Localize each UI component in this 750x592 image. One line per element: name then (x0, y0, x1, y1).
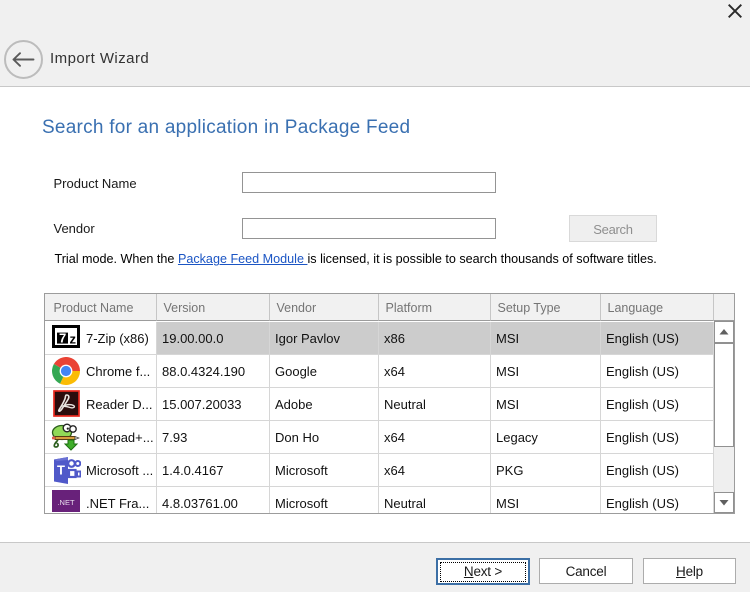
svg-text:7: 7 (59, 331, 66, 346)
svg-text:.NET: .NET (57, 498, 75, 507)
svg-text:T: T (57, 463, 65, 478)
svg-text:z: z (69, 331, 76, 346)
